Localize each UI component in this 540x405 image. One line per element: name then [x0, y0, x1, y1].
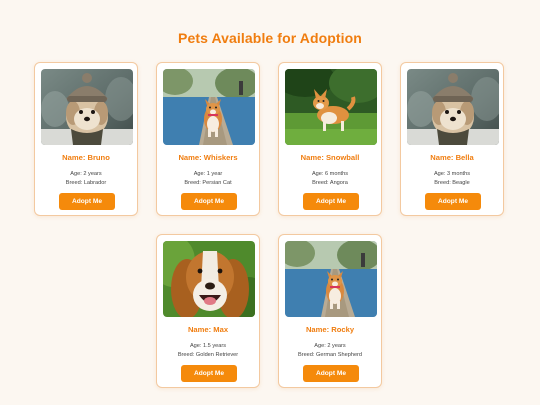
spaniel-closeup-photo — [163, 241, 255, 317]
corgi-on-pier-photo — [163, 69, 255, 145]
adopt-me-button[interactable]: Adopt Me — [181, 193, 237, 210]
pet-name: Name: Bella — [430, 153, 474, 162]
pet-card-max: Name: Max Age: 1.5 years Breed: Golden R… — [156, 234, 260, 388]
pet-name: Name: Max — [187, 325, 229, 334]
pet-name: Name: Bruno — [62, 153, 110, 162]
dog-in-knit-hat-photo — [41, 69, 133, 145]
pet-age: Age: 6 months — [311, 171, 349, 177]
pet-age: Age: 1.5 years — [189, 343, 227, 349]
dog-in-knit-hat-photo — [407, 69, 499, 145]
adopt-me-button[interactable]: Adopt Me — [425, 193, 481, 210]
pet-breed: Breed: Angora — [312, 180, 348, 186]
pet-name: Name: Whiskers — [178, 153, 238, 162]
pet-card-whiskers: Name: Whiskers Age: 1 year Breed: Persia… — [156, 62, 260, 216]
pet-card-rocky: Name: Rocky Age: 2 years Breed: German S… — [278, 234, 382, 388]
pet-card-snowball: Name: Snowball Age: 6 months Breed: Ango… — [278, 62, 382, 216]
pet-breed: Breed: Beagle — [434, 180, 470, 186]
page-title: Pets Available for Adoption — [178, 30, 362, 46]
adopt-me-button[interactable]: Adopt Me — [303, 193, 359, 210]
pet-age: Age: 3 months — [433, 171, 471, 177]
adopt-me-button[interactable]: Adopt Me — [303, 365, 359, 382]
pet-breed: Breed: Persian Cat — [184, 180, 232, 186]
corgi-on-pier-photo — [285, 241, 377, 317]
pet-age: Age: 1 year — [193, 171, 223, 177]
pet-breed: Breed: Labrador — [65, 180, 107, 186]
pet-age: Age: 2 years — [70, 171, 102, 177]
pet-age: Age: 2 years — [314, 343, 346, 349]
pet-name: Name: Rocky — [305, 325, 355, 334]
pet-name: Name: Snowball — [300, 153, 360, 162]
pet-breed: Breed: German Shepherd — [297, 352, 363, 358]
corgi-on-grass-photo — [285, 69, 377, 145]
pet-breed: Breed: Golden Retriever — [177, 352, 239, 358]
pet-card-bella: Name: Bella Age: 3 months Breed: Beagle … — [400, 62, 504, 216]
adopt-me-button[interactable]: Adopt Me — [181, 365, 237, 382]
adopt-me-button[interactable]: Adopt Me — [59, 193, 115, 210]
pet-card-bruno: Name: Bruno Age: 2 years Breed: Labrador… — [34, 62, 138, 216]
